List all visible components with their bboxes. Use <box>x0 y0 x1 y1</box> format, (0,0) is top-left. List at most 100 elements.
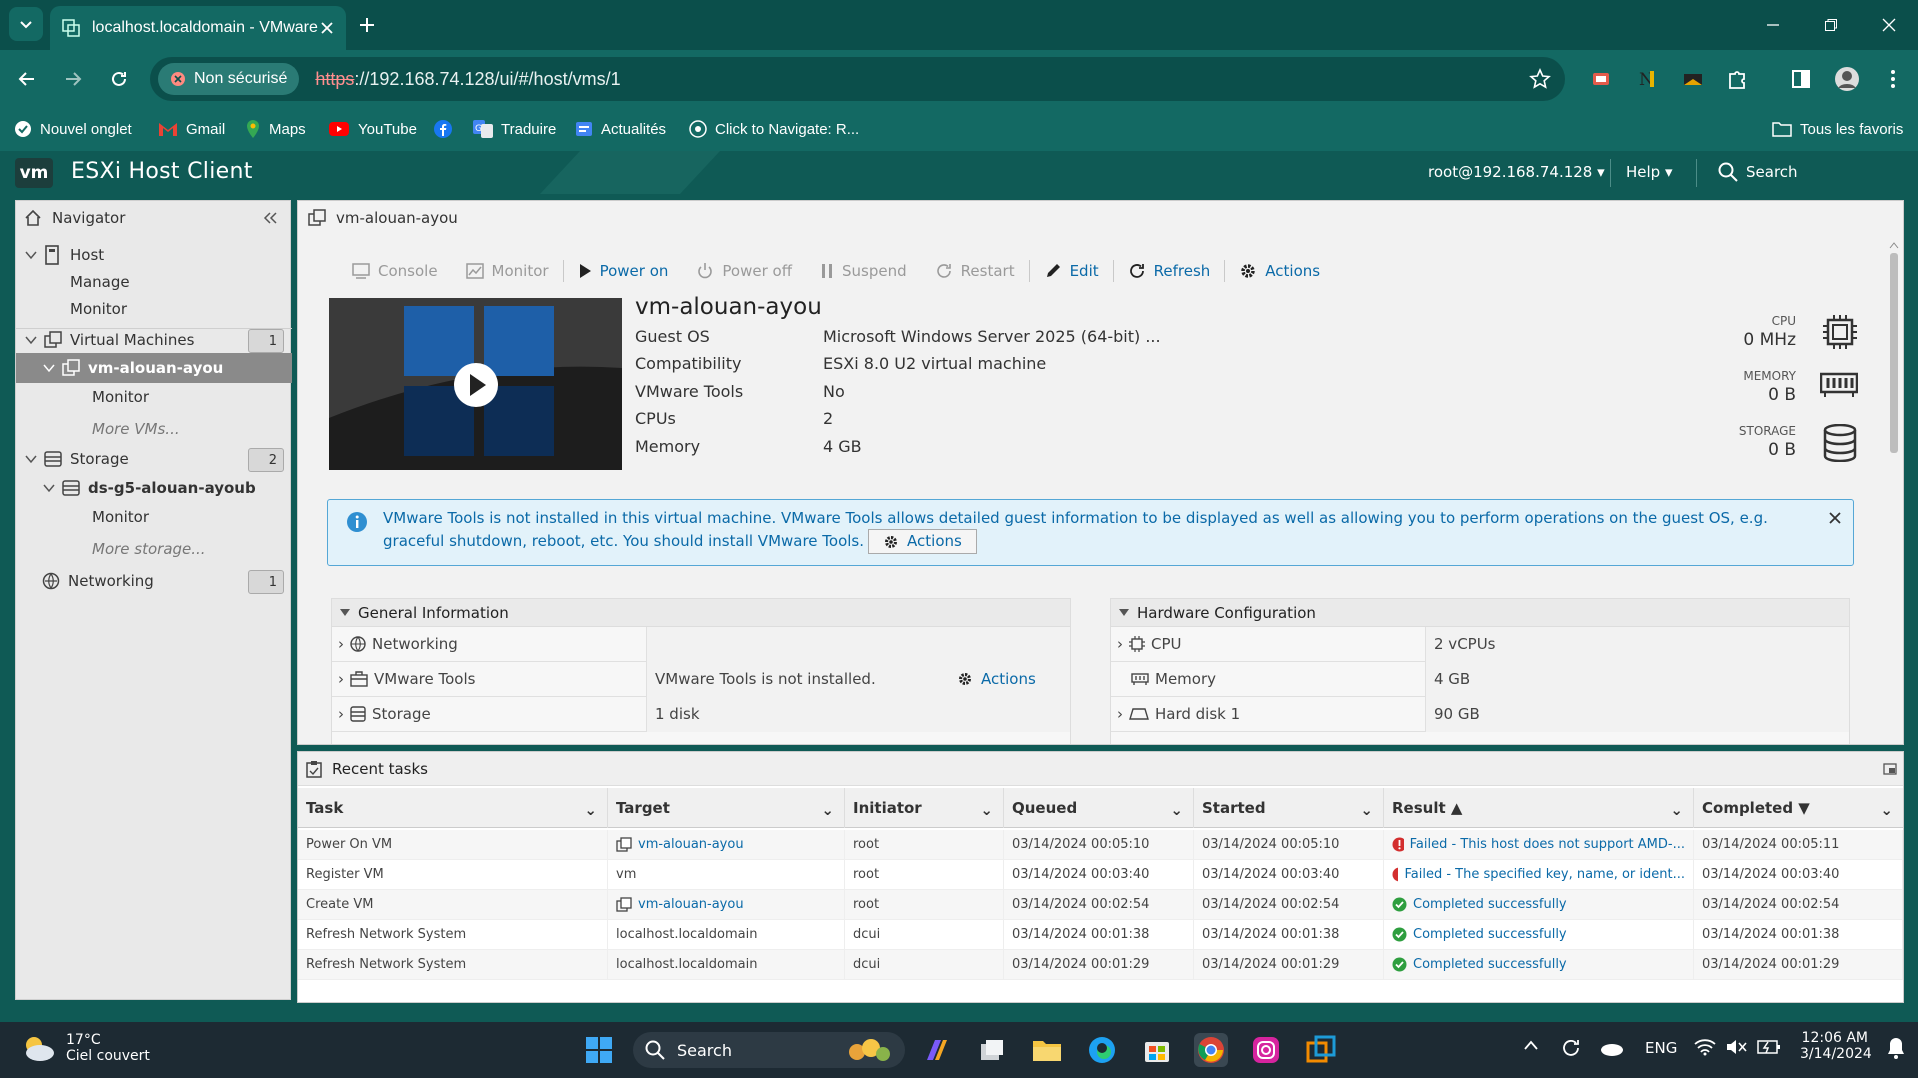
general-row-networking[interactable]: › Networking <box>332 627 1070 662</box>
profile-button[interactable] <box>1832 64 1862 94</box>
reload-button[interactable] <box>104 64 134 94</box>
extension-dark-button[interactable] <box>1678 64 1708 94</box>
column-completed[interactable]: Completed ▼ ⌄ <box>1694 788 1903 828</box>
nav-item-host[interactable]: Host <box>16 240 292 270</box>
nav-item-networking[interactable]: Networking 1 <box>16 566 292 596</box>
extensions-button[interactable] <box>1722 64 1752 94</box>
nav-item-virtual-machines[interactable]: Virtual Machines 1 <box>16 325 292 355</box>
taskbar-search[interactable]: Search <box>633 1032 905 1068</box>
extension-n-button[interactable]: N <box>1632 64 1662 94</box>
cell-target[interactable]: vm-alouan-ayou <box>608 890 845 919</box>
chevron-down-icon[interactable] <box>24 248 38 262</box>
taskbar-app-vmware[interactable] <box>1304 1033 1338 1067</box>
taskbar-app-chrome[interactable] <box>1194 1033 1228 1067</box>
chevron-down-icon[interactable]: ⌄ <box>584 801 597 819</box>
general-information-header[interactable]: General Information <box>332 599 1070 627</box>
address-bar[interactable]: Non sécurisé https://192.168.74.128/ui/#… <box>150 57 1565 101</box>
monitor-button[interactable]: Monitor <box>452 262 563 280</box>
table-row[interactable]: Refresh Network System localhost.localdom… <box>298 920 1903 950</box>
close-banner-icon[interactable] <box>1829 512 1841 524</box>
taskbar-app-file-explorer[interactable] <box>1030 1033 1064 1067</box>
cell-result[interactable]: Failed - This host does not support AMD-… <box>1384 830 1694 859</box>
browser-menu-button[interactable] <box>1878 64 1908 94</box>
new-tab-button[interactable] <box>354 12 380 38</box>
collapse-navigator-icon[interactable] <box>262 211 278 225</box>
chevron-down-icon[interactable]: ⌄ <box>1360 801 1373 819</box>
general-row-storage[interactable]: › Storage 1 disk <box>332 697 1070 732</box>
url-text[interactable]: https://192.168.74.128/ui/#/host/vms/1 <box>315 69 620 90</box>
cell-result[interactable]: Completed successfully <box>1384 920 1694 949</box>
actions-button[interactable]: Actions <box>1225 262 1334 280</box>
play-console-icon[interactable] <box>453 362 499 408</box>
taskbar-app-taskview[interactable] <box>975 1033 1009 1067</box>
taskbar-app-store[interactable] <box>1140 1033 1174 1067</box>
power-on-button[interactable]: Power on <box>564 262 683 280</box>
all-bookmarks[interactable]: Tous les favoris <box>1772 117 1903 141</box>
close-window-button[interactable] <box>1860 0 1918 50</box>
restore-button[interactable] <box>1802 0 1860 50</box>
volume-tray-icon[interactable] <box>1726 1038 1748 1056</box>
vm-console-thumbnail[interactable] <box>329 298 622 470</box>
chevron-down-icon[interactable] <box>24 452 38 466</box>
language-indicator[interactable]: ENG <box>1645 1039 1677 1057</box>
power-off-button[interactable]: Power off <box>682 262 806 280</box>
column-task[interactable]: Task ⌄ <box>298 788 608 828</box>
nav-item-datastore[interactable]: ds-g5-alouan-ayoub <box>16 473 292 503</box>
taskbar-app-edge[interactable] <box>1085 1033 1119 1067</box>
edit-button[interactable]: Edit <box>1030 262 1113 280</box>
nav-item-host-monitor[interactable]: Monitor <box>16 294 292 324</box>
bookmark-facebook[interactable] <box>434 117 452 141</box>
nav-item-manage[interactable]: Manage <box>16 267 292 297</box>
browser-tab[interactable]: localhost.localdomain - VMware <box>50 6 346 50</box>
bookmark-star-icon[interactable] <box>1529 68 1551 90</box>
cell-result[interactable]: Failed - The specified key, name, or ide… <box>1384 860 1694 889</box>
start-button[interactable] <box>582 1033 616 1067</box>
battery-tray-icon[interactable] <box>1757 1039 1781 1055</box>
chevron-down-icon[interactable]: ⌄ <box>821 801 834 819</box>
table-row[interactable]: Register VM vm root 03/14/2024 00:03:40 03/1… <box>298 860 1903 890</box>
bookmark-gmail[interactable]: Gmail <box>158 117 225 141</box>
hardware-row-hard-disk[interactable]: › Hard disk 1 90 GB <box>1111 697 1849 732</box>
vm-panel-scrollbar[interactable] <box>1889 241 1899 741</box>
column-result[interactable]: Result ▲ ⌄ <box>1384 788 1694 828</box>
console-button[interactable]: Console <box>338 262 452 280</box>
cell-result[interactable]: Completed successfully <box>1384 950 1694 979</box>
chevron-down-icon[interactable]: ⌄ <box>1880 801 1893 819</box>
weather-widget[interactable]: 17°C Ciel couvert <box>20 1032 150 1064</box>
nav-item-vm-selected[interactable]: vm-alouan-ayou <box>16 353 292 383</box>
chevron-down-icon[interactable] <box>42 481 56 495</box>
bookmark-new-tab[interactable]: Nouvel onglet <box>14 117 132 141</box>
tab-list-button[interactable] <box>9 7 43 41</box>
column-initiator[interactable]: Initiator ⌄ <box>845 788 1004 828</box>
clock[interactable]: 12:06 AM 3/14/2024 <box>1800 1030 1872 1062</box>
help-menu[interactable]: Help ▾ <box>1626 163 1673 181</box>
bookmark-youtube[interactable]: YouTube <box>328 117 417 141</box>
chevron-down-icon[interactable]: ⌄ <box>980 801 993 819</box>
chevron-down-icon[interactable] <box>42 361 56 375</box>
minimize-button[interactable] <box>1744 0 1802 50</box>
back-button[interactable] <box>12 64 42 94</box>
show-hidden-icons-button[interactable] <box>1523 1039 1539 1051</box>
bookmark-maps[interactable]: Maps <box>245 117 306 141</box>
hardware-configuration-header[interactable]: Hardware Configuration <box>1111 599 1849 627</box>
bookmark-translate[interactable]: G Traduire <box>473 117 556 141</box>
nav-item-vm-monitor[interactable]: Monitor <box>16 382 292 412</box>
user-menu[interactable]: root@192.168.74.128 ▾ <box>1428 163 1605 181</box>
onedrive-tray-icon[interactable] <box>1600 1040 1624 1056</box>
bookmark-news[interactable]: Actualités <box>575 117 666 141</box>
taskbar-app-copilot[interactable] <box>920 1033 954 1067</box>
nav-item-more-storage[interactable]: More storage... <box>16 534 292 564</box>
close-tab-icon[interactable] <box>320 21 334 35</box>
cell-target[interactable]: vm-alouan-ayou <box>608 830 845 859</box>
tools-actions-button[interactable]: Actions <box>957 670 1036 688</box>
forward-button[interactable] <box>58 64 88 94</box>
restart-button[interactable]: Restart <box>921 262 1029 280</box>
refresh-button[interactable]: Refresh <box>1114 262 1225 280</box>
nav-item-storage[interactable]: Storage 2 <box>16 444 292 474</box>
cell-result[interactable]: Completed successfully <box>1384 890 1694 919</box>
side-panel-button[interactable] <box>1786 64 1816 94</box>
chevron-down-icon[interactable]: ⌄ <box>1170 801 1183 819</box>
sync-tray-icon[interactable] <box>1560 1037 1582 1059</box>
general-row-vmware-tools[interactable]: › VMware Tools VMware Tools is not instal… <box>332 662 1070 697</box>
header-search[interactable]: Search <box>1718 162 1798 182</box>
